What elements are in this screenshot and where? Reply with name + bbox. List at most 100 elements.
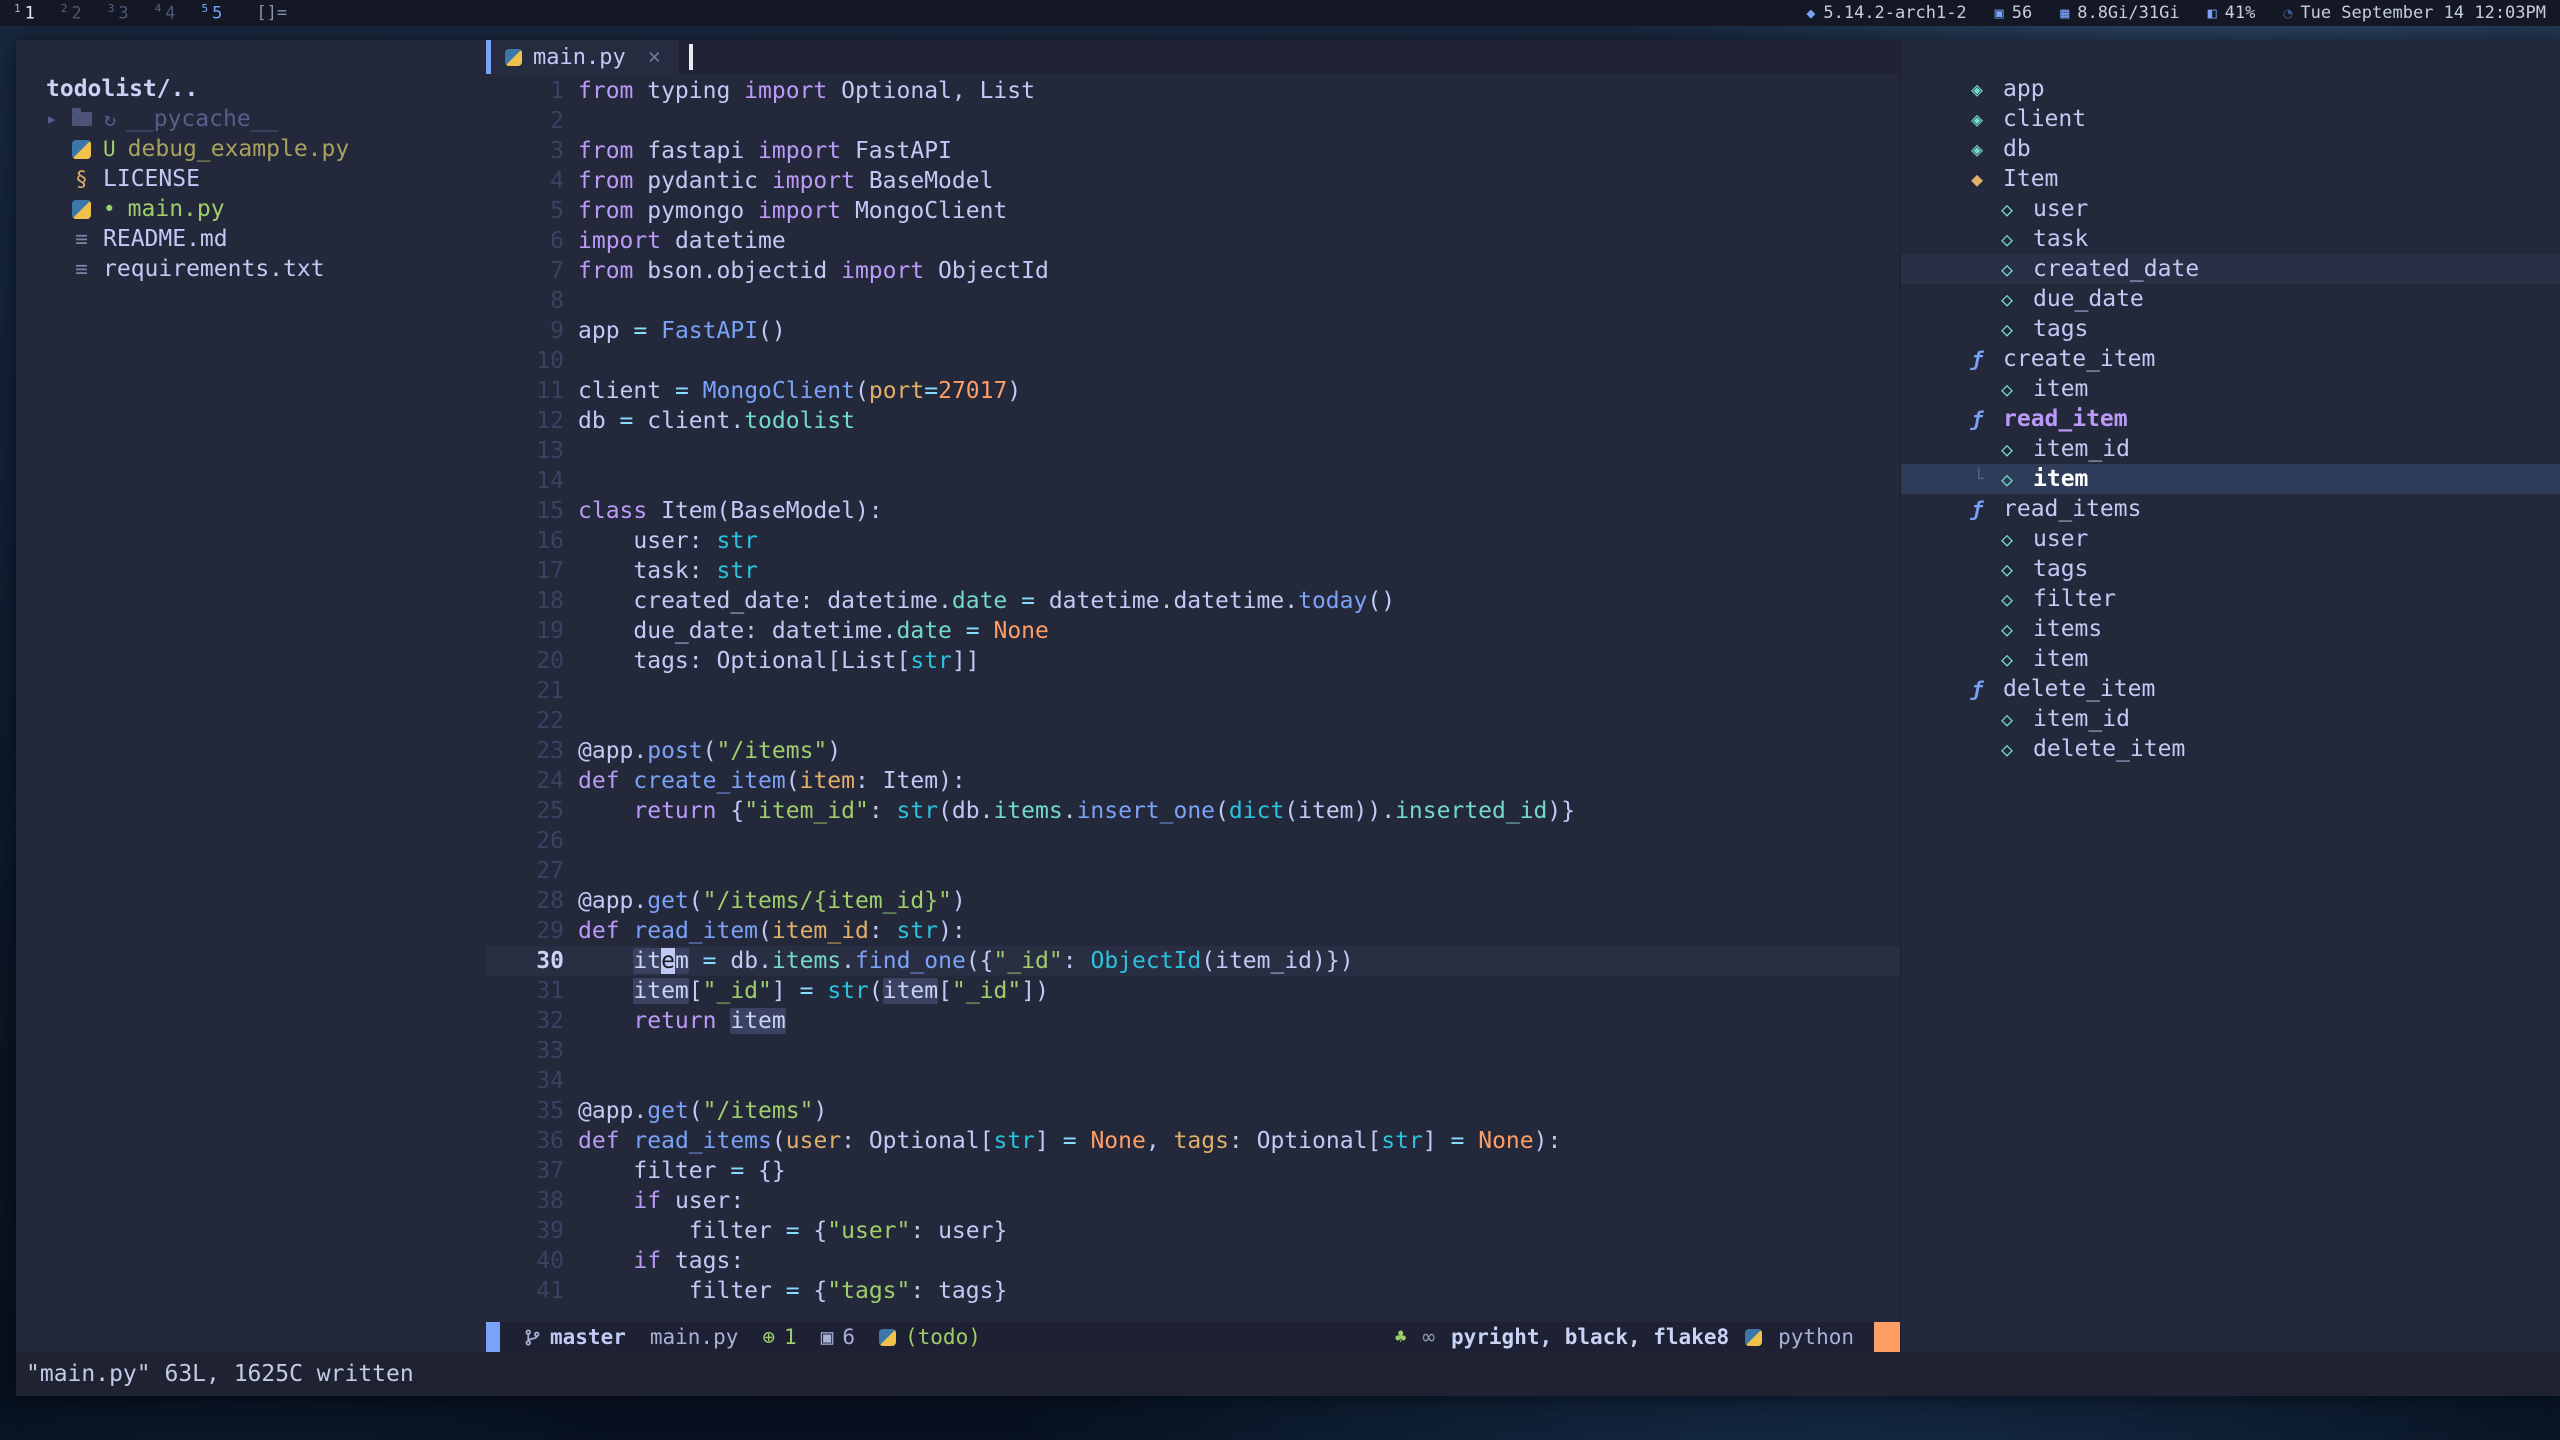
tag-read_item[interactable]: ƒread_item [1901,404,2560,434]
code-line-22[interactable]: 22 [486,706,1900,736]
fn-icon: ƒ [1971,677,2003,701]
usage-text: 41% [2225,3,2256,23]
tag-item[interactable]: └◇item [1901,464,2560,494]
fn-icon: ƒ [1971,407,2003,431]
workspace-4[interactable]: 44 [155,2,176,24]
code-text: task: str [564,556,758,586]
code-line-37[interactable]: 37 filter = {} [486,1156,1900,1186]
code-text: from pymongo import MongoClient [564,196,1007,226]
code-line-34[interactable]: 34 [486,1066,1900,1096]
tag-item[interactable]: ◇item [1901,374,2560,404]
code-line-5[interactable]: 5from pymongo import MongoClient [486,196,1900,226]
code-line-7[interactable]: 7from bson.objectid import ObjectId [486,256,1900,286]
code-line-27[interactable]: 27 [486,856,1900,886]
fld-icon: ◇ [2001,737,2033,761]
tag-name: item [2033,466,2088,492]
line-number: 12 [486,406,564,436]
code-line-41[interactable]: 41 filter = {"tags": tags} [486,1276,1900,1306]
tag-task[interactable]: ◇task [1901,224,2560,254]
code-line-40[interactable]: 40 if tags: [486,1246,1900,1276]
file-name: LICENSE [103,166,200,192]
tag-delete_item[interactable]: ◇delete_item [1901,734,2560,764]
file-name: main.py [128,196,225,222]
tag-app[interactable]: ◈app [1901,74,2560,104]
code-line-13[interactable]: 13 [486,436,1900,466]
code-text: class Item(BaseModel): [564,496,883,526]
code-line-26[interactable]: 26 [486,826,1900,856]
tag-item_id[interactable]: ◇item_id [1901,434,2560,464]
code-line-10[interactable]: 10 [486,346,1900,376]
workspace-1[interactable]: 11 [14,2,35,24]
var-icon: ◈ [1971,107,2003,131]
code-line-14[interactable]: 14 [486,466,1900,496]
tag-item[interactable]: ◇item [1901,644,2560,674]
tag-create_item[interactable]: ƒcreate_item [1901,344,2560,374]
tree-item-README.md[interactable]: ≡README.md [16,224,486,254]
tag-delete_item[interactable]: ƒdelete_item [1901,674,2560,704]
code-line-12[interactable]: 12db = client.todolist [486,406,1900,436]
code-line-15[interactable]: 15class Item(BaseModel): [486,496,1900,526]
tag-due_date[interactable]: ◇due_date [1901,284,2560,314]
tag-client[interactable]: ◈client [1901,104,2560,134]
tree-root[interactable]: todolist/.. [16,74,486,104]
code-line-30[interactable]: 30 item = db.items.find_one({"_id": Obje… [486,946,1900,976]
tag-items[interactable]: ◇items [1901,614,2560,644]
line-number: 35 [486,1096,564,1126]
code-line-20[interactable]: 20 tags: Optional[List[str]] [486,646,1900,676]
code-line-18[interactable]: 18 created_date: datetime.date = datetim… [486,586,1900,616]
code-line-16[interactable]: 16 user: str [486,526,1900,556]
code-line-39[interactable]: 39 filter = {"user": user} [486,1216,1900,1246]
tab-close-icon[interactable]: × [648,45,661,70]
tag-db[interactable]: ◈db [1901,134,2560,164]
tag-tags[interactable]: ◇tags [1901,314,2560,344]
tab-main-py[interactable]: main.py × [491,40,679,74]
tree-item-main.py[interactable]: •main.py [16,194,486,224]
code-line-29[interactable]: 29def read_item(item_id: str): [486,916,1900,946]
code-line-8[interactable]: 8 [486,286,1900,316]
code-line-38[interactable]: 38 if user: [486,1186,1900,1216]
code-text: from pydantic import BaseModel [564,166,993,196]
code-line-3[interactable]: 3from fastapi import FastAPI [486,136,1900,166]
code-line-35[interactable]: 35@app.get("/items") [486,1096,1900,1126]
code-line-23[interactable]: 23@app.post("/items") [486,736,1900,766]
code-text: client = MongoClient(port=27017) [564,376,1021,406]
tree-item-__pycache__[interactable]: ▸↻__pycache__ [16,104,486,134]
tag-user[interactable]: ◇user [1901,524,2560,554]
line-number: 30 [486,946,564,976]
code-line-36[interactable]: 36def read_items(user: Optional[str] = N… [486,1126,1900,1156]
tag-read_items[interactable]: ƒread_items [1901,494,2560,524]
tree-item-requirements.txt[interactable]: ≡requirements.txt [16,254,486,284]
code-line-21[interactable]: 21 [486,676,1900,706]
memory-module: ▦8.8Gi/31Gi [2060,3,2179,23]
tag-filter[interactable]: ◇filter [1901,584,2560,614]
code-line-24[interactable]: 24def create_item(item: Item): [486,766,1900,796]
code-line-31[interactable]: 31 item["_id"] = str(item["_id"]) [486,976,1900,1006]
tag-name: read_item [2003,406,2128,432]
tag-Item[interactable]: ◆Item [1901,164,2560,194]
workspace-5[interactable]: 55 [202,2,223,24]
code-line-32[interactable]: 32 return item [486,1006,1900,1036]
tag-tags[interactable]: ◇tags [1901,554,2560,584]
workspace-3[interactable]: 33 [108,2,129,24]
workspace-2[interactable]: 22 [61,2,82,24]
code-line-6[interactable]: 6import datetime [486,226,1900,256]
tree-item-LICENSE[interactable]: §LICENSE [16,164,486,194]
code-line-1[interactable]: 1from typing import Optional, List [486,76,1900,106]
code-line-19[interactable]: 19 due_date: datetime.date = None [486,616,1900,646]
tag-user[interactable]: ◇user [1901,194,2560,224]
tag-item_id[interactable]: ◇item_id [1901,704,2560,734]
tree-item-debug_example.py[interactable]: Udebug_example.py [16,134,486,164]
code-line-9[interactable]: 9app = FastAPI() [486,316,1900,346]
code-line-4[interactable]: 4from pydantic import BaseModel [486,166,1900,196]
code-line-17[interactable]: 17 task: str [486,556,1900,586]
code-line-28[interactable]: 28@app.get("/items/{item_id}") [486,886,1900,916]
code-line-2[interactable]: 2 [486,106,1900,136]
status-bar: 1122334455 []= ◆5.14.2-arch1-2▣56▦8.8Gi/… [0,0,2560,26]
code-text: filter = {"tags": tags} [564,1276,1007,1306]
code-text: item["_id"] = str(item["_id"]) [564,976,1049,1006]
code-line-25[interactable]: 25 return {"item_id": str(db.items.inser… [486,796,1900,826]
line-number: 37 [486,1156,564,1186]
code-line-11[interactable]: 11client = MongoClient(port=27017) [486,376,1900,406]
tag-created_date[interactable]: ◇created_date [1901,254,2560,284]
code-line-33[interactable]: 33 [486,1036,1900,1066]
